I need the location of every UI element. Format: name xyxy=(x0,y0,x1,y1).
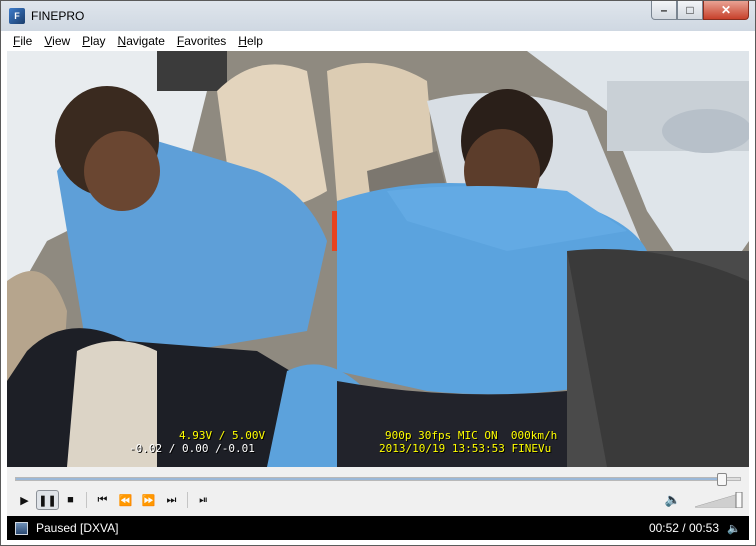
play-icon[interactable]: ▶ xyxy=(13,490,36,510)
app-icon: F xyxy=(9,8,25,24)
menu-play[interactable]: Play xyxy=(76,34,111,48)
title-bar[interactable]: F FINEPRO – □ ✕ xyxy=(1,1,755,31)
pause-icon[interactable]: ❚❚ xyxy=(36,490,59,510)
player-window: F FINEPRO – □ ✕ File View Play Navigate … xyxy=(0,0,756,546)
status-icon xyxy=(15,521,28,535)
window-title: FINEPRO xyxy=(31,9,85,23)
osd-recording-status: 900p 30fps MIC ON 000km/h xyxy=(385,429,558,442)
osd-datetime: 2013/10/19 13:53:53 FINEVu xyxy=(379,442,552,455)
menu-bar: File View Play Navigate Favorites Help xyxy=(7,31,749,51)
status-bar: Paused [DXVA] 00:52 / 00:53 🔈 xyxy=(7,516,749,540)
menu-navigate[interactable]: Navigate xyxy=(112,34,171,48)
stop-icon[interactable]: ■ xyxy=(59,490,82,510)
audio-status-icon: 🔈 xyxy=(727,522,741,535)
minimize-button[interactable]: – xyxy=(651,1,677,20)
menu-view[interactable]: View xyxy=(38,34,76,48)
volume-slider[interactable] xyxy=(695,492,745,508)
seek-bar[interactable] xyxy=(15,473,741,486)
volume-thumb xyxy=(735,492,743,508)
rewind-icon[interactable]: ⏪ xyxy=(114,490,137,510)
osd-gsensor: -0.02 / 0.00 /-0.01 xyxy=(129,442,255,455)
time-display: 00:52 / 00:53 xyxy=(648,521,719,535)
window-controls: – □ ✕ xyxy=(651,1,749,20)
seek-thumb[interactable] xyxy=(717,473,728,486)
menu-file[interactable]: File xyxy=(7,34,38,48)
separator xyxy=(86,492,87,508)
separator xyxy=(187,492,188,508)
frame-step-icon[interactable]: ⏯ xyxy=(192,490,215,510)
skip-back-icon[interactable]: ⏮ xyxy=(91,490,114,510)
skip-forward-icon[interactable]: ⏭ xyxy=(160,490,183,510)
fast-forward-icon[interactable]: ⏩ xyxy=(137,490,160,510)
close-button[interactable]: ✕ xyxy=(703,1,749,20)
playback-controls: ▶ ❚❚ ■ ⏮ ⏪ ⏩ ⏭ ⏯ 🔈 xyxy=(7,467,749,516)
osd-voltage: 4.93V / 5.00V xyxy=(179,429,266,442)
playback-state: Paused [DXVA] xyxy=(36,521,119,535)
video-frame[interactable]: 4.93V / 5.00V -0.02 / 0.00 /-0.01 900p 3… xyxy=(7,51,749,467)
dashcam-scene xyxy=(7,51,749,467)
speaker-icon[interactable]: 🔈 xyxy=(663,490,683,510)
menu-help[interactable]: Help xyxy=(232,34,269,48)
menu-favorites[interactable]: Favorites xyxy=(171,34,232,48)
seek-progress xyxy=(16,478,727,480)
maximize-button[interactable]: □ xyxy=(677,1,703,20)
transport-buttons: ▶ ❚❚ ■ ⏮ ⏪ ⏩ ⏭ ⏯ xyxy=(13,490,215,510)
